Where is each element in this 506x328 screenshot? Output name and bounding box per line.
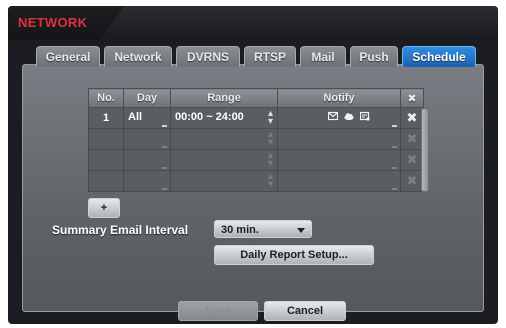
column-header-no: No.	[88, 88, 124, 108]
chevron-down-icon	[297, 228, 305, 233]
dropdown-indicator-icon	[392, 125, 397, 127]
tab-mail[interactable]: Mail	[300, 46, 346, 67]
day-value: All	[128, 111, 143, 123]
title-bar: NETWORK	[8, 6, 498, 40]
table-row: 1 All 00:00 ~ 24:00 ▴ ▾ ✖	[88, 107, 424, 129]
spinner-icon[interactable]: ▴ ▾	[268, 109, 273, 127]
table-scrollbar[interactable]	[421, 108, 429, 192]
mail-icon	[328, 111, 338, 121]
summary-email-interval-value: 30 min.	[221, 224, 259, 236]
scrollbar-thumb[interactable]	[422, 109, 428, 191]
dropdown-indicator-icon	[392, 188, 397, 190]
row-number: 1	[88, 107, 124, 129]
dropdown-indicator-icon	[392, 146, 397, 148]
tab-schedule[interactable]: Schedule	[402, 46, 476, 67]
report-icon	[360, 111, 370, 121]
range-field: ▴ ▾	[170, 170, 278, 192]
cloud-icon	[344, 113, 354, 121]
dropdown-indicator-icon	[392, 167, 397, 169]
summary-email-interval-select[interactable]: 30 min.	[214, 220, 312, 238]
day-select[interactable]: All	[123, 107, 171, 129]
day-select	[123, 170, 171, 192]
notify-field	[277, 149, 401, 171]
dropdown-indicator-icon	[162, 146, 167, 148]
day-select	[123, 128, 171, 150]
save-button[interactable]: Save	[178, 301, 258, 321]
dropdown-indicator-icon	[162, 167, 167, 169]
column-header-notify: Notify	[277, 88, 401, 108]
column-header-day: Day	[123, 88, 171, 108]
row-number	[88, 170, 124, 192]
table-row: ▴ ▾ ✖	[88, 170, 424, 192]
row-number	[88, 128, 124, 150]
range-field[interactable]: 00:00 ~ 24:00 ▴ ▾	[170, 107, 278, 129]
dropdown-indicator-icon	[162, 188, 167, 190]
summary-email-interval-label: Summary Email Interval	[52, 223, 189, 237]
notify-field	[277, 170, 401, 192]
spinner-icon: ▴ ▾	[267, 171, 273, 190]
tab-general[interactable]: General	[36, 46, 100, 67]
window-title: NETWORK	[18, 15, 88, 30]
schedule-table: No. Day Range Notify ✖ 1 All 00:00 ~ 24:…	[88, 88, 424, 192]
cancel-button[interactable]: Cancel	[264, 301, 346, 321]
tab-dvrns[interactable]: DVRNS	[176, 46, 240, 67]
daily-report-setup-button[interactable]: Daily Report Setup...	[214, 245, 374, 265]
tab-rtsp[interactable]: RTSP	[244, 46, 296, 67]
notify-field[interactable]	[277, 107, 401, 129]
range-field: ▴ ▾	[170, 128, 278, 150]
column-header-range: Range	[170, 88, 278, 108]
row-number	[88, 149, 124, 171]
notify-field	[277, 128, 401, 150]
day-select	[123, 149, 171, 171]
tab-network[interactable]: Network	[104, 46, 172, 67]
add-row-button[interactable]: +	[88, 198, 120, 218]
delete-all-icon[interactable]: ✖	[400, 88, 424, 108]
table-header-row: No. Day Range Notify ✖	[88, 88, 424, 108]
dropdown-indicator-icon	[162, 125, 167, 127]
range-field: ▴ ▾	[170, 149, 278, 171]
table-row: ▴ ▾ ✖	[88, 149, 424, 171]
tab-push[interactable]: Push	[350, 46, 398, 67]
spinner-icon: ▴ ▾	[267, 150, 273, 169]
notify-icons	[328, 111, 370, 121]
range-value: 00:00 ~ 24:00	[175, 111, 244, 123]
spinner-icon: ▴ ▾	[267, 129, 273, 148]
table-row: ▴ ▾ ✖	[88, 128, 424, 150]
